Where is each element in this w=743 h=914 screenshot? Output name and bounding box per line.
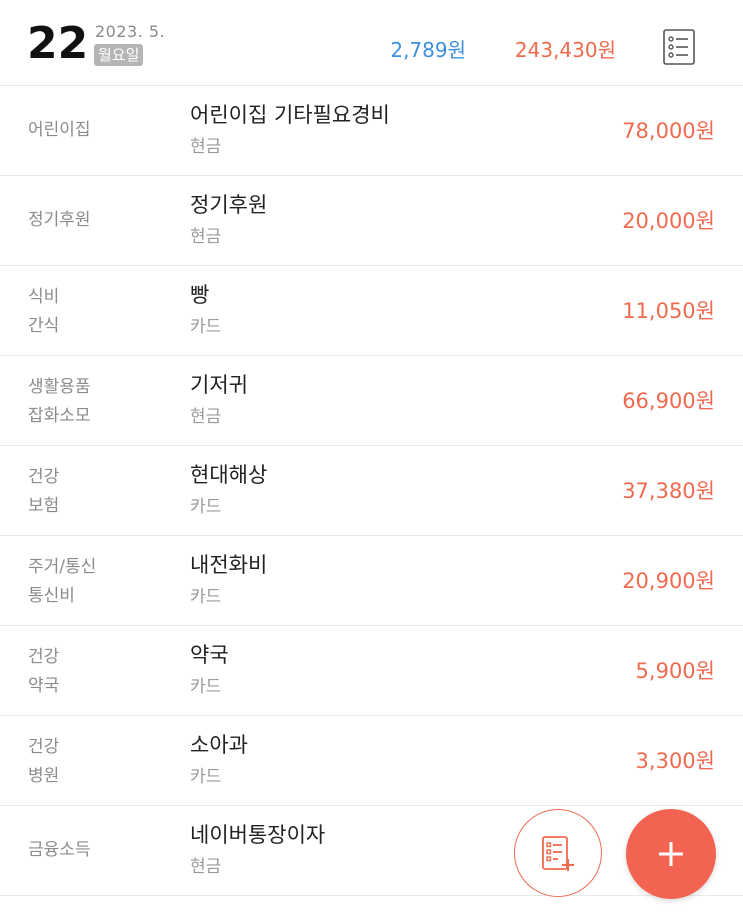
transaction-title: 빵 (190, 283, 210, 307)
category: 생활용품 잡화소모 (28, 377, 91, 426)
category: 건강 약국 (28, 647, 60, 696)
day-number: 22 (27, 18, 89, 69)
transaction-row[interactable]: 주거/통신 통신비 내전화비 카드 20,900원 (0, 536, 743, 626)
payment-method: 현금 (190, 227, 222, 247)
transaction-row[interactable]: 건강 보험 현대해상 카드 37,380원 (0, 446, 743, 536)
transaction-amount: 20,000원 (622, 209, 715, 233)
transaction-title: 정기후원 (190, 193, 268, 217)
year-month: 2023. 5. (95, 22, 166, 41)
transaction-title: 네이버통장이자 (190, 823, 326, 847)
transaction-amount: 3,300원 (635, 749, 715, 773)
plus-icon (659, 842, 683, 866)
transaction-title: 약국 (190, 643, 229, 667)
payment-method: 카드 (190, 317, 222, 337)
category: 주거/통신 통신비 (28, 557, 97, 606)
transaction-row[interactable]: 식비 간식 빵 카드 11,050원 (0, 266, 743, 356)
category: 건강 보험 (28, 467, 60, 516)
transaction-title: 어린이집 기타필요경비 (190, 103, 390, 127)
transaction-list: 어린이집 어린이집 기타필요경비 현금 78,000원 정기후원 정기후원 현금… (0, 86, 743, 896)
transaction-title: 현대해상 (190, 463, 268, 487)
payment-method: 카드 (190, 497, 222, 517)
transaction-amount: 20,900원 (622, 569, 715, 593)
income-total: 2,789원 (390, 38, 466, 62)
category: 정기후원 (28, 210, 91, 230)
transaction-title: 내전화비 (190, 553, 268, 577)
date-header: 22 2023. 5. 월요일 2,789원 243,430원 (0, 0, 743, 86)
payment-method: 현금 (190, 857, 222, 877)
category: 어린이집 (28, 120, 91, 140)
transaction-amount: 5,900원 (635, 659, 715, 683)
payment-method: 카드 (190, 587, 222, 607)
add-memo-button[interactable] (514, 809, 602, 897)
list-icon[interactable] (663, 29, 695, 65)
transaction-title: 소아과 (190, 733, 248, 757)
transaction-row[interactable]: 건강 약국 약국 카드 5,900원 (0, 626, 743, 716)
transaction-row[interactable]: 어린이집 어린이집 기타필요경비 현금 78,000원 (0, 86, 743, 176)
payment-method: 현금 (190, 137, 222, 157)
transaction-title: 기저귀 (190, 373, 248, 397)
transaction-amount: 66,900원 (622, 389, 715, 413)
payment-method: 현금 (190, 407, 222, 427)
transaction-amount: 37,380원 (622, 479, 715, 503)
transaction-amount: 11,050원 (622, 299, 715, 323)
transaction-row[interactable]: 생활용품 잡화소모 기저귀 현금 66,900원 (0, 356, 743, 446)
memo-add-icon (542, 836, 574, 871)
add-transaction-button[interactable] (626, 809, 716, 899)
payment-method: 카드 (190, 767, 222, 787)
transaction-amount: 78,000원 (622, 119, 715, 143)
transaction-row[interactable]: 정기후원 정기후원 현금 20,000원 (0, 176, 743, 266)
category: 금융소득 (28, 840, 91, 860)
expense-total: 243,430원 (514, 38, 616, 62)
transaction-row[interactable]: 건강 병원 소아과 카드 3,300원 (0, 716, 743, 806)
weekday-badge: 월요일 (94, 44, 144, 66)
category: 식비 간식 (28, 287, 60, 336)
payment-method: 카드 (190, 677, 222, 697)
category: 건강 병원 (28, 737, 60, 786)
